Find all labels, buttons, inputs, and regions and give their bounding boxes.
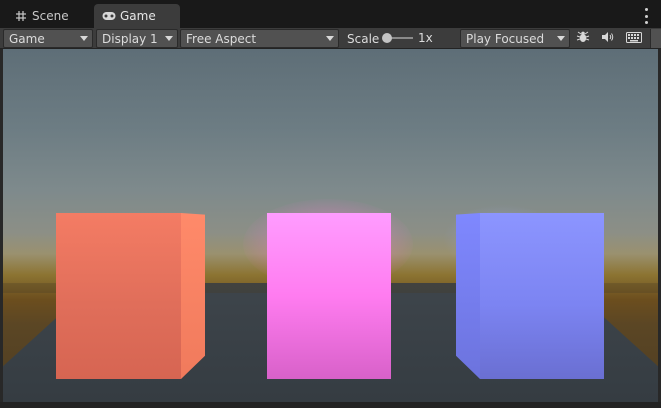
scale-slider-handle[interactable] xyxy=(382,33,392,43)
chevron-down-icon xyxy=(80,36,88,41)
stats-button[interactable] xyxy=(572,29,594,48)
toolbar-overflow-button[interactable] xyxy=(650,29,661,48)
speaker-icon xyxy=(601,31,615,46)
view-dropdown-label: Game xyxy=(9,31,45,46)
game-viewport[interactable] xyxy=(3,49,658,402)
red-cube xyxy=(56,213,205,379)
aspect-dropdown-label: Free Aspect xyxy=(186,31,257,46)
scale-control: Scale 1x xyxy=(342,29,458,48)
play-mode-label: Play Focused xyxy=(466,31,545,46)
pink-cube xyxy=(267,213,391,379)
chevron-down-icon xyxy=(165,36,173,41)
keyboard-icon xyxy=(626,31,642,46)
blue-cube xyxy=(456,213,604,379)
tab-game-label: Game xyxy=(120,9,156,23)
aspect-dropdown[interactable]: Free Aspect xyxy=(180,29,339,48)
gamepad-icon xyxy=(102,9,116,23)
tab-game[interactable]: Game xyxy=(94,4,180,28)
scale-value: 1x xyxy=(418,31,433,45)
panel-bottom-border xyxy=(0,402,661,408)
blue-cube-front xyxy=(480,213,604,379)
red-cube-front xyxy=(56,213,181,379)
chevron-down-icon xyxy=(557,36,565,41)
display-dropdown[interactable]: Display 1 xyxy=(96,29,178,48)
grid-icon xyxy=(14,9,28,23)
audio-button[interactable] xyxy=(597,29,619,48)
tab-scene-label: Scene xyxy=(32,9,69,23)
display-dropdown-label: Display 1 xyxy=(102,31,158,46)
view-dropdown[interactable]: Game xyxy=(3,29,93,48)
bug-icon xyxy=(576,30,590,47)
tab-scene[interactable]: Scene xyxy=(6,4,92,28)
keyboard-button[interactable] xyxy=(623,29,645,48)
red-cube-side xyxy=(181,213,205,379)
tab-bar: Scene Game xyxy=(0,0,661,28)
kebab-menu-icon[interactable] xyxy=(641,8,651,24)
blue-cube-side xyxy=(456,213,480,379)
scale-label: Scale xyxy=(347,31,380,46)
chevron-down-icon xyxy=(326,36,334,41)
pink-cube-front xyxy=(267,213,391,379)
play-mode-dropdown[interactable]: Play Focused xyxy=(460,29,570,48)
game-toolbar: Game Display 1 Free Aspect Scale 1x Play… xyxy=(0,28,661,49)
